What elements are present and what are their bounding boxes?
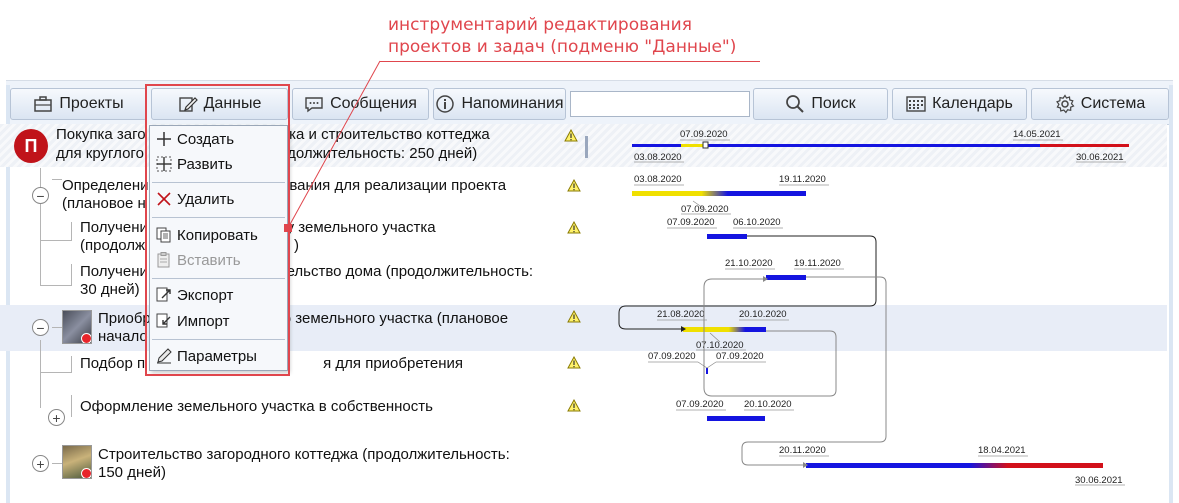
pencil-icon [157,348,172,364]
menu-item-import[interactable]: Импорт [152,309,285,333]
menu-item-label: Создать [177,130,235,148]
menu-item-label: Параметры [177,347,257,365]
menu-item-copy[interactable]: Копировать [152,223,285,247]
annotation-anchor [284,224,292,232]
menu-item-delete[interactable]: Удалить [152,187,285,211]
menu-item-label: Импорт [177,312,230,330]
menu-item-create[interactable]: Создать [152,127,285,151]
menu-item-label: Развить [177,155,233,173]
menu-separator [152,278,285,279]
export-icon [156,287,171,302]
menu-item-label: Экспорт [177,286,234,304]
import-icon [156,313,171,328]
menu-item-develop[interactable]: Развить [152,152,285,176]
menu-separator [152,339,285,340]
cross-icon [157,192,171,206]
data-submenu: Создать Развить Удалить Копировать Встав… [149,125,288,371]
paste-icon [157,252,170,268]
menu-item-label: Копировать [177,226,258,244]
menu-separator [152,182,285,183]
expand-icon [156,156,172,172]
menu-separator [152,217,285,218]
menu-item-label: Удалить [177,190,235,208]
menu-item-paste[interactable]: Вставить [152,248,285,272]
copy-icon [156,227,171,243]
menu-item-export[interactable]: Экспорт [152,283,285,307]
menu-item-label: Вставить [177,251,241,269]
plus-icon [157,132,171,146]
menu-item-settings[interactable]: Параметры [152,344,285,368]
